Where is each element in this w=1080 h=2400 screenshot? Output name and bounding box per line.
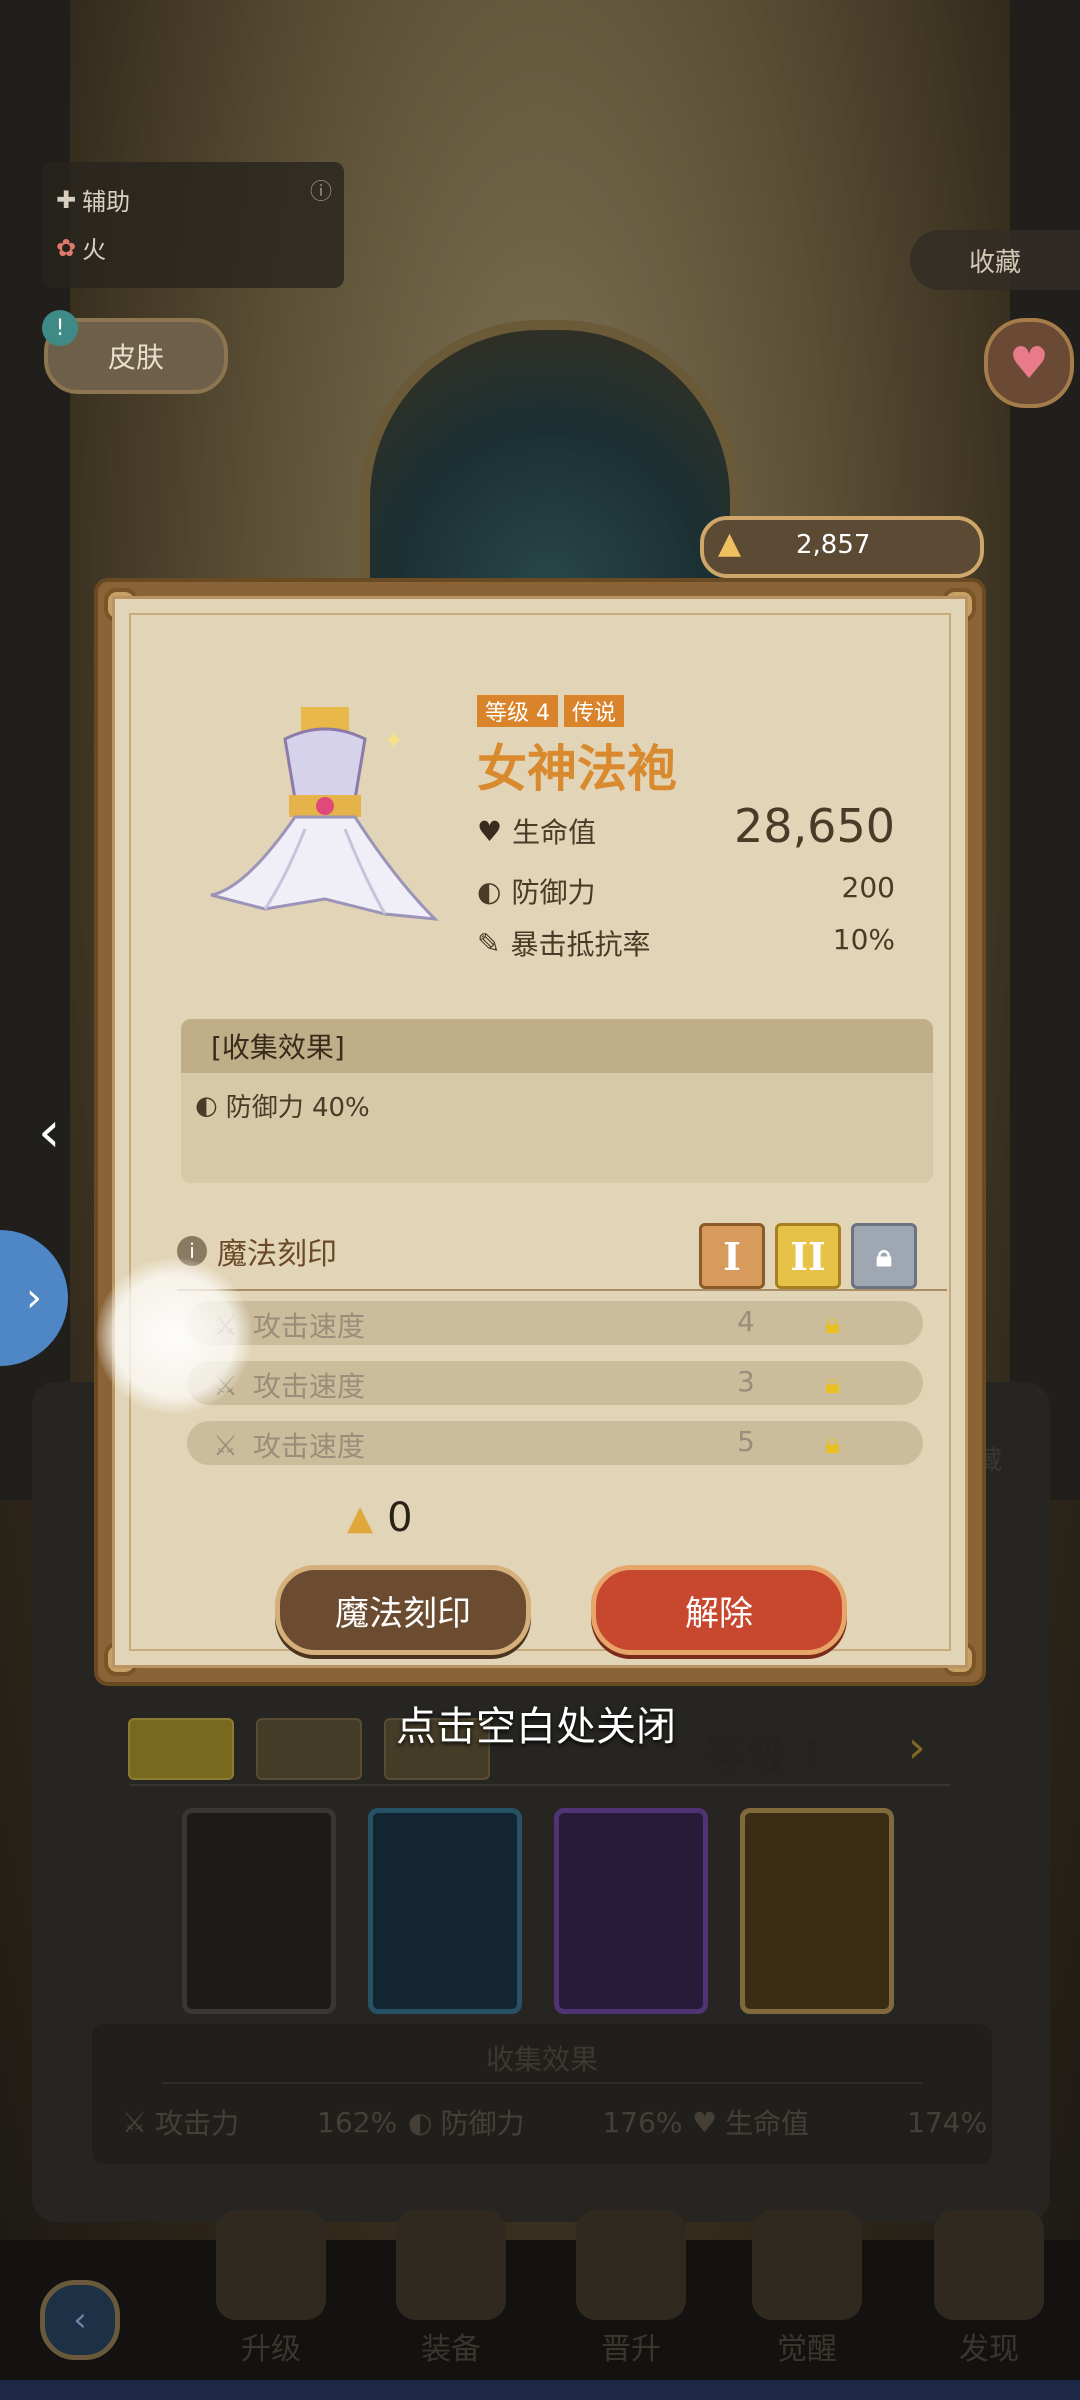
engrave-button[interactable]: 魔法刻印 <box>275 1565 531 1655</box>
gold-pile-icon: ▲ <box>347 1498 374 1538</box>
collection-effect-title: [收集效果] <box>181 1019 933 1073</box>
engrave-cost: ▲ 0 <box>347 1495 413 1541</box>
item-tags: 等级 4 传说 <box>477 695 625 727</box>
hero-info-box: ✚ 辅助 ✿ 火 ⓘ <box>42 162 344 288</box>
gold-pile-icon: ▲ <box>718 526 742 561</box>
notice-icon: ! <box>42 310 78 346</box>
shield-icon: ◐ <box>195 1090 218 1121</box>
engrave-slot-1[interactable]: ⚔ 攻击速度 4 🔒︎ <box>187 1301 923 1345</box>
feather-icon: ✎ <box>477 926 501 960</box>
support-icon: ✚ <box>56 185 77 214</box>
release-button[interactable]: 解除 <box>591 1565 847 1655</box>
role-row: ✚ 辅助 <box>56 185 131 217</box>
modal-content: ✦ 等级 4 传说 女神法袍 ♥ 生命值 28,650 ◐ 防御力 200 ✎ … <box>112 596 968 1668</box>
heart-icon: ♥ <box>477 814 503 848</box>
divider <box>177 1289 947 1291</box>
stat-hp-value: 28,650 <box>734 799 895 853</box>
element-row: ✿ 火 <box>56 233 107 265</box>
svg-text:✦: ✦ <box>383 726 405 756</box>
info-icon[interactable]: ⓘ <box>310 174 332 206</box>
stat-crit-resist-label: ✎ 暴击抵抗率 <box>477 926 651 962</box>
engrave-tier-1-tab[interactable]: I <box>699 1223 765 1289</box>
stat-defense-value: 200 <box>841 871 895 904</box>
collect-button[interactable]: 收藏 <box>910 230 1080 290</box>
stat-crit-resist-value: 10% <box>832 923 895 956</box>
collection-effect-panel: [收集效果] ◐ 防御力 40% <box>181 1019 933 1183</box>
currency-amount: 2,857 <box>796 530 871 560</box>
currency-display: ▲ 2,857 <box>700 516 984 578</box>
rarity-tag: 传说 <box>564 695 625 727</box>
collection-effect-value: ◐ 防御力 40% <box>195 1090 370 1124</box>
lock-icon[interactable]: 🔒︎ <box>825 1427 840 1461</box>
item-name: 女神法袍 <box>477 740 677 798</box>
shield-icon: ◐ <box>477 874 502 908</box>
sword-icon: ⚔ <box>213 1429 239 1462</box>
stat-hp-label: ♥ 生命值 <box>477 814 597 850</box>
lock-icon: 🔒︎ <box>876 1238 892 1274</box>
level-tag: 等级 4 <box>477 695 558 727</box>
goddess-robe-image: ✦ <box>210 707 440 921</box>
touch-indicator <box>96 1258 252 1414</box>
heart-icon: ♥ <box>1009 337 1049 389</box>
engrave-tier-2-tab[interactable]: II <box>775 1223 841 1289</box>
engrave-slot-3[interactable]: ⚔ 攻击速度 5 🔒︎ <box>187 1421 923 1465</box>
fire-icon: ✿ <box>56 233 77 262</box>
prev-hero-arrow[interactable]: ‹ <box>38 1100 78 1165</box>
lock-icon[interactable]: 🔒︎ <box>825 1307 840 1341</box>
lock-icon[interactable]: 🔒︎ <box>825 1367 840 1401</box>
engrave-tier-locked[interactable]: 🔒︎ <box>851 1223 917 1289</box>
favorite-heart-button[interactable]: ♥ <box>984 318 1074 408</box>
close-hint: 点击空白处关闭 <box>396 1704 676 1750</box>
item-detail-modal: ✦ 等级 4 传说 女神法袍 ♥ 生命值 28,650 ◐ 防御力 200 ✎ … <box>98 582 982 1682</box>
engrave-slot-2[interactable]: ⚔ 攻击速度 3 🔒︎ <box>187 1361 923 1405</box>
stat-defense-label: ◐ 防御力 <box>477 874 596 910</box>
